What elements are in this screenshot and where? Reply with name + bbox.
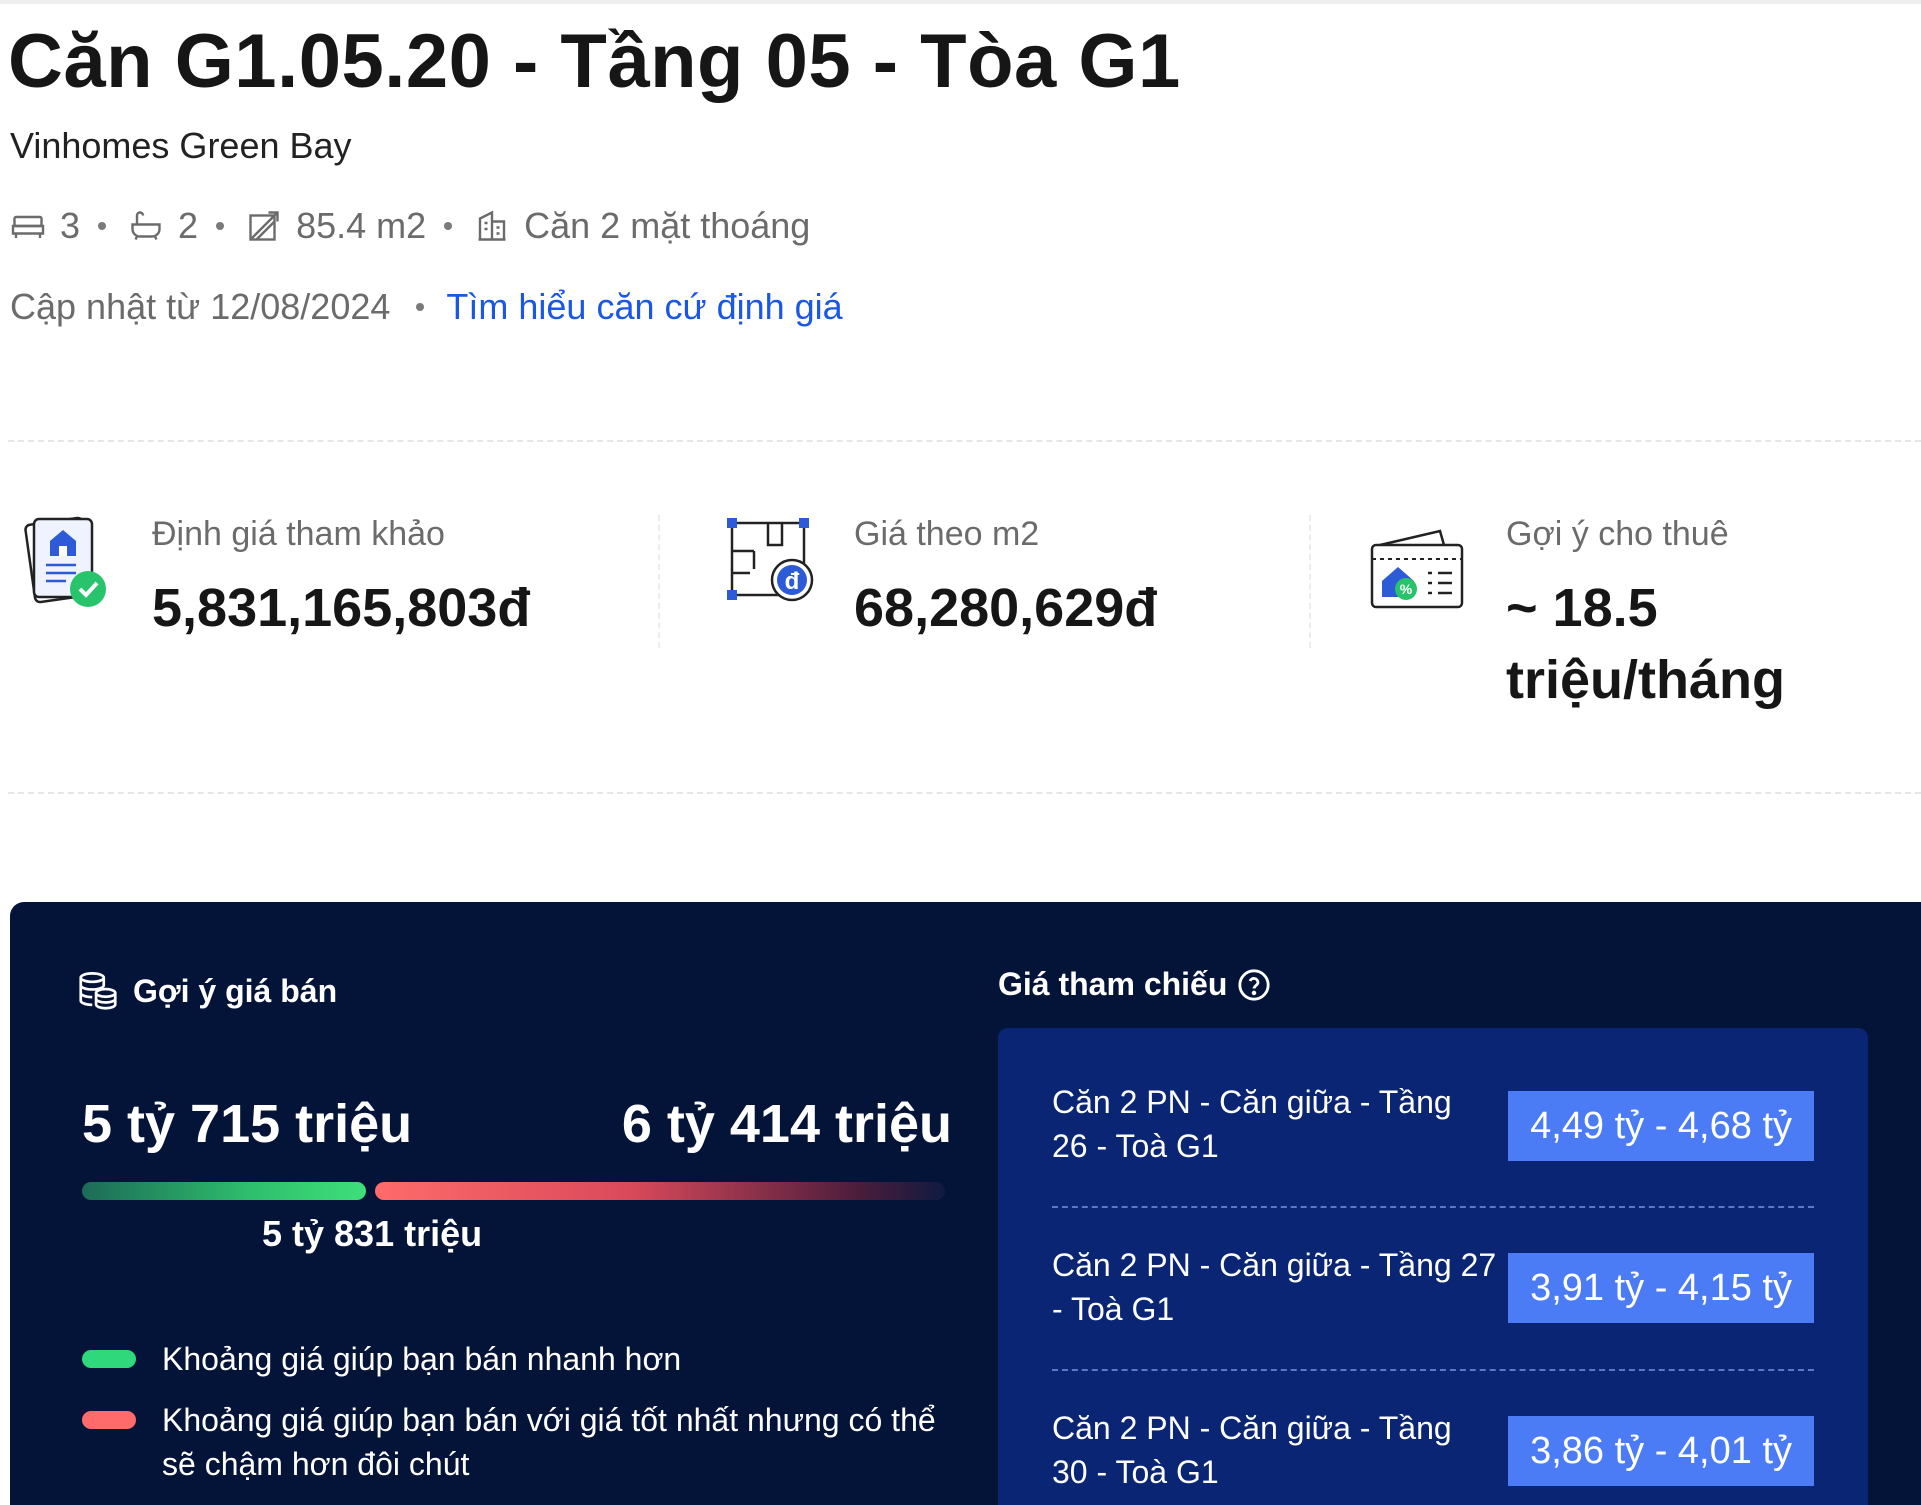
rent-wallet-icon: % <box>1370 529 1464 609</box>
spec-area: 85.4 m2 <box>246 205 426 247</box>
stat-label: Định giá tham khảo <box>152 515 445 553</box>
reference-row-separator <box>1052 1206 1814 1208</box>
bathrooms-count: 2 <box>178 205 199 246</box>
stat-value: 68,280,629đ <box>854 578 1158 638</box>
bedrooms-count: 3 <box>60 205 81 246</box>
view-type: Căn 2 mặt thoáng <box>524 205 811 246</box>
bathtub-icon <box>131 211 161 241</box>
unit-specs: 3 2 85.4 m2 Căn 2 mặt thoáng <box>10 204 810 248</box>
rent-value-line1: ~ 18.5 <box>1506 578 1658 638</box>
price-range-mid: 5 tỷ 831 triệu <box>262 1213 483 1254</box>
legend-swatch-green <box>82 1350 136 1368</box>
reference-price-badge: 3,86 tỷ - 4,01 tỷ <box>1508 1416 1814 1486</box>
stat-price-per-m2: đ Giá theo m2 68,280,629đ <box>724 515 1157 644</box>
reference-unit: Căn 2 PN - Căn giữa - Tầng 30 - Toà G1 <box>1052 1410 1452 1490</box>
divider <box>8 440 1921 442</box>
svg-text:đ: đ <box>785 568 800 595</box>
sell-suggestion-title: Gợi ý giá bán <box>75 968 337 1014</box>
reference-row-separator <box>1052 1369 1814 1371</box>
legend-text: Khoảng giá giúp bạn bán với giá tốt nhất… <box>162 1402 936 1482</box>
stat-label: Giá theo m2 <box>854 515 1040 553</box>
reference-price-title: Giá tham chiếu <box>998 966 1271 1003</box>
stat-reference-valuation: Định giá tham khảo 5,831,165,803đ <box>20 515 530 644</box>
valuation-basis-link[interactable]: Tìm hiểu căn cứ định giá <box>446 286 842 328</box>
stat-value: 5,831,165,803đ <box>152 578 531 638</box>
legend-text: Khoảng giá giúp bạn bán nhanh hơn <box>162 1341 682 1377</box>
reference-price-badge: 4,49 tỷ - 4,68 tỷ <box>1508 1091 1814 1161</box>
reference-price-badge: 3,91 tỷ - 4,15 tỷ <box>1508 1253 1814 1323</box>
sell-suggestion-label: Gợi ý giá bán <box>133 972 338 1009</box>
update-info: Cập nhật từ 12/08/2024 Tìm hiểu căn cứ đ… <box>10 285 843 329</box>
stat-label: Gợi ý cho thuê <box>1506 515 1729 553</box>
best-price-range-bar <box>375 1182 945 1200</box>
legend-fast-sale: Khoảng giá giúp bạn bán nhanh hơn <box>82 1337 681 1381</box>
reference-price-label: Giá tham chiếu <box>998 966 1228 1002</box>
stat-rent-suggestion: % Gợi ý cho thuê ~ 18.5 triệu/tháng <box>1366 515 1785 716</box>
top-border <box>0 0 1921 4</box>
spec-bedrooms: 3 <box>10 205 80 247</box>
project-name: Vinhomes Green Bay <box>10 125 352 166</box>
legend-swatch-red <box>82 1411 136 1429</box>
reference-unit: Căn 2 PN - Căn giữa - Tầng 27 - Toà G1 <box>1052 1247 1497 1327</box>
floorplan-price-icon: đ <box>727 518 814 602</box>
valuation-document-icon <box>24 516 106 607</box>
building-icon <box>478 210 506 241</box>
spec-view: Căn 2 mặt thoáng <box>474 205 810 247</box>
page-title: Căn G1.05.20 - Tầng 05 - Tòa G1 <box>8 19 1181 104</box>
coins-icon <box>79 972 117 1010</box>
fast-sale-range-bar <box>82 1182 366 1200</box>
svg-text:%: % <box>1400 581 1413 597</box>
area-icon <box>249 211 279 241</box>
updated-date: Cập nhật từ 12/08/2024 <box>10 286 391 327</box>
separator-dot <box>216 222 225 230</box>
stat-separator <box>1309 515 1311 648</box>
divider <box>8 792 1921 794</box>
help-icon[interactable] <box>1237 968 1271 1002</box>
separator-dot <box>98 222 107 230</box>
stat-separator <box>658 515 660 648</box>
rent-value-line2: triệu/tháng <box>1506 650 1785 710</box>
price-range-high: 6 tỷ 414 triệu <box>621 1094 952 1154</box>
reference-unit: Căn 2 PN - Căn giữa - Tầng 26 - Toà G1 <box>1052 1084 1452 1164</box>
area-value: 85.4 m2 <box>296 205 427 246</box>
separator-dot <box>444 222 453 230</box>
spec-bathrooms: 2 <box>128 205 198 247</box>
stat-value: ~ 18.5 triệu/tháng <box>1506 572 1785 716</box>
price-range-low: 5 tỷ 715 triệu <box>82 1094 413 1154</box>
bed-icon <box>11 215 45 238</box>
legend-best-price: Khoảng giá giúp bạn bán với giá tốt nhất… <box>82 1398 936 1486</box>
separator-dot <box>416 303 425 311</box>
